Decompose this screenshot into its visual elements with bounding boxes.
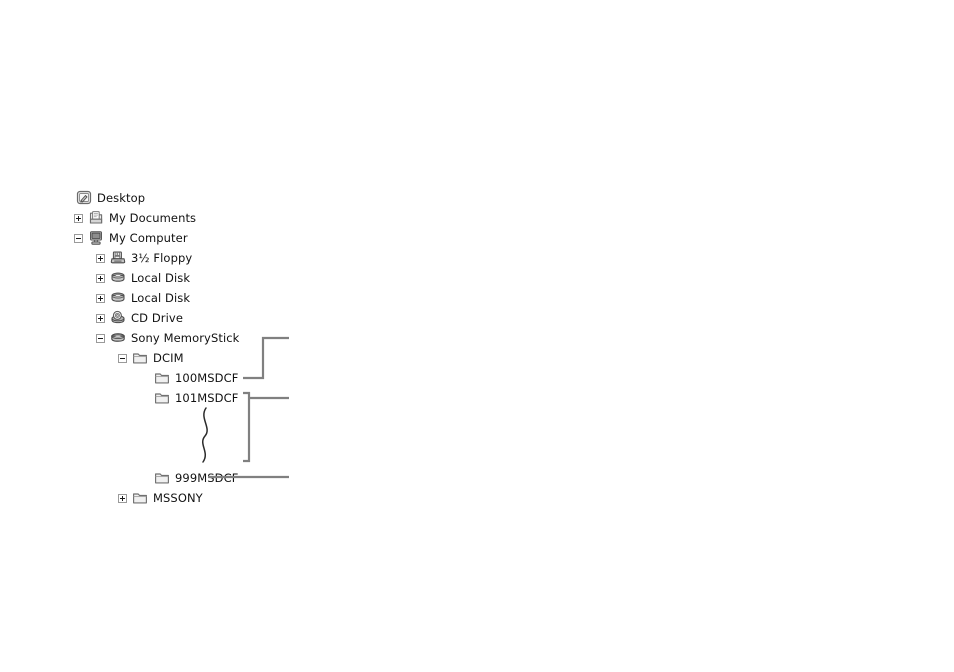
tree-row-desktop[interactable]: Desktop: [62, 188, 362, 208]
folder-icon: [154, 390, 170, 406]
hard-disk-icon: [110, 270, 126, 286]
expander-plus-icon[interactable]: [96, 293, 105, 303]
memorystick-drive-icon: [110, 330, 126, 346]
folder-icon: [154, 470, 170, 486]
tree-label: Local Disk: [131, 271, 191, 285]
tree-row-local-disk-2[interactable]: Local Disk: [96, 288, 362, 308]
folder-icon: [132, 490, 148, 506]
my-computer-icon: [88, 230, 104, 246]
tree-row-101msdcf[interactable]: 101MSDCF: [140, 388, 362, 408]
expander-placeholder: [140, 394, 149, 403]
tree-ellipsis-row: [62, 406, 362, 468]
tree-row-sony-memorystick[interactable]: Sony MemoryStick: [96, 328, 362, 348]
expander-placeholder: [140, 374, 149, 383]
expander-plus-icon[interactable]: [118, 493, 127, 503]
tree-row-mssony[interactable]: MSSONY: [118, 488, 362, 508]
tree-row-local-disk-1[interactable]: Local Disk: [96, 268, 362, 288]
my-documents-icon: [88, 210, 104, 226]
tree-label: Sony MemoryStick: [131, 331, 240, 345]
hard-disk-icon: [110, 290, 126, 306]
tree-label: 999MSDCF: [175, 471, 239, 485]
tree-row-floppy[interactable]: 3½ Floppy: [96, 248, 362, 268]
desktop-icon: [76, 190, 92, 206]
tree-label: 100MSDCF: [175, 371, 239, 385]
expander-plus-icon[interactable]: [96, 273, 105, 283]
expander-minus-icon[interactable]: [96, 333, 105, 343]
vertical-squiggle-icon: [194, 406, 216, 468]
tree-label: CD Drive: [131, 311, 183, 325]
expander-placeholder: [62, 194, 71, 203]
tree-label: MSSONY: [153, 491, 203, 505]
tree-row-my-documents[interactable]: My Documents: [74, 208, 362, 228]
tree-label: 3½ Floppy: [131, 251, 193, 265]
tree-row-my-computer[interactable]: My Computer: [74, 228, 362, 248]
floppy-drive-icon: [110, 250, 126, 266]
tree-row-dcim[interactable]: DCIM: [118, 348, 362, 368]
tree-row-999msdcf[interactable]: 999MSDCF: [140, 468, 362, 488]
folder-tree: Desktop My Documents My Computer 3½ Flop…: [62, 188, 362, 508]
expander-plus-icon[interactable]: [74, 213, 83, 223]
expander-plus-icon[interactable]: [96, 313, 105, 323]
cd-drive-icon: [110, 310, 126, 326]
tree-label: DCIM: [153, 351, 184, 365]
tree-label: My Computer: [109, 231, 188, 245]
tree-label: My Documents: [109, 211, 197, 225]
expander-minus-icon[interactable]: [74, 233, 83, 243]
expander-minus-icon[interactable]: [118, 353, 127, 363]
expander-placeholder: [140, 474, 149, 483]
tree-label: Desktop: [97, 191, 146, 205]
tree-label: Local Disk: [131, 291, 191, 305]
expander-plus-icon[interactable]: [96, 253, 105, 263]
tree-label: 101MSDCF: [175, 391, 239, 405]
folder-icon: [154, 370, 170, 386]
tree-row-100msdcf[interactable]: 100MSDCF: [140, 368, 362, 388]
tree-row-cd-drive[interactable]: CD Drive: [96, 308, 362, 328]
folder-icon: [132, 350, 148, 366]
